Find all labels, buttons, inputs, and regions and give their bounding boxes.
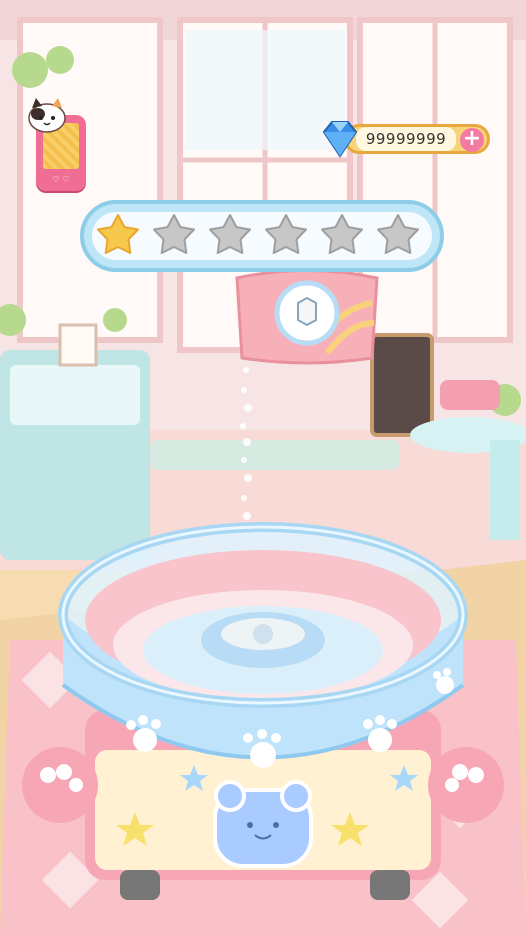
star-empty-icon xyxy=(321,214,363,254)
star-earned-icon xyxy=(97,214,139,254)
star-empty-icon xyxy=(265,214,307,254)
bear-badge xyxy=(213,780,313,868)
sugar-bag[interactable] xyxy=(232,268,382,368)
star-empty-icon xyxy=(209,214,251,254)
star-progress-bar xyxy=(80,200,444,272)
gem-counter: 99999999 + xyxy=(318,118,494,160)
add-gems-button[interactable]: + xyxy=(460,128,484,152)
star-empty-icon xyxy=(153,214,195,254)
cat-icon xyxy=(28,98,66,133)
cotton-candy-machine[interactable] xyxy=(0,500,526,935)
star-empty-icon xyxy=(377,214,419,254)
gem-value: 99999999 xyxy=(356,127,456,151)
phone-dots: ♡ ♡ xyxy=(52,175,70,184)
diamond-icon xyxy=(322,121,358,158)
stars-row xyxy=(97,214,419,254)
